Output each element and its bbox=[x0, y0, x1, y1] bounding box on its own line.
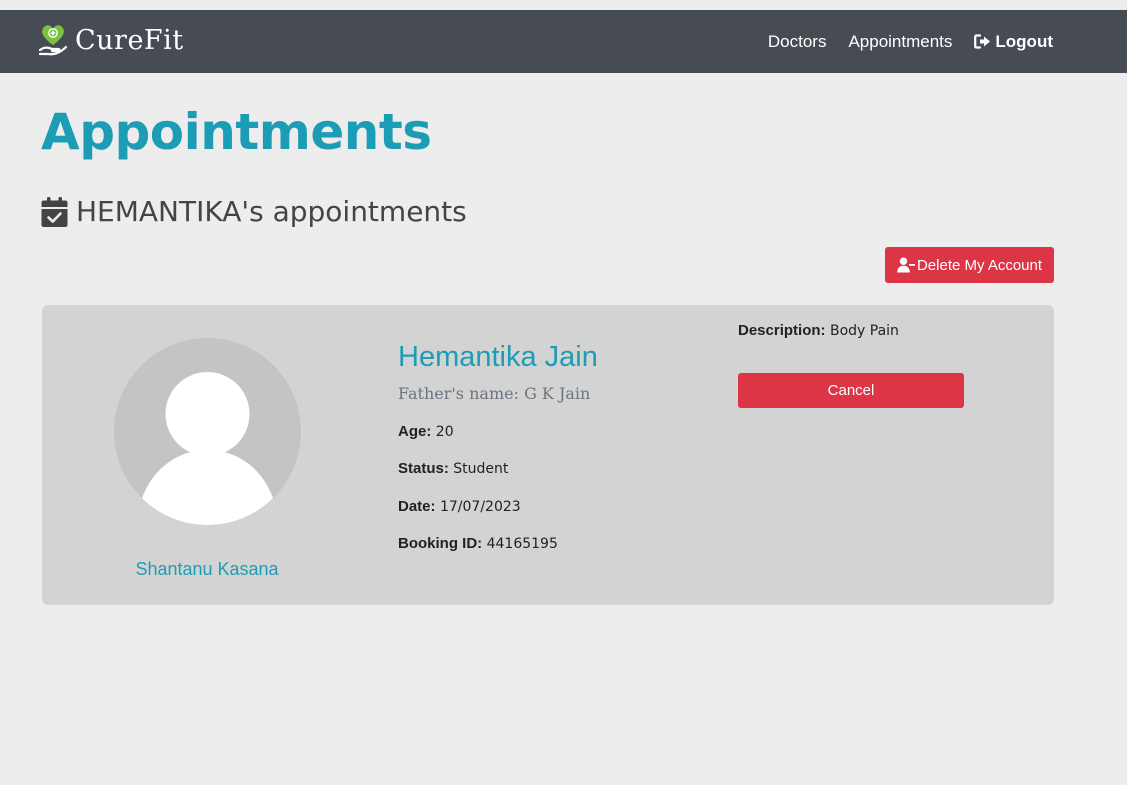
nav-link-doctors[interactable]: Doctors bbox=[768, 32, 827, 52]
description-value: Body Pain bbox=[829, 323, 899, 339]
status-value: Student bbox=[453, 461, 509, 477]
date-value: 17/07/2023 bbox=[439, 499, 521, 515]
patient-name: Hemantika Jain bbox=[398, 341, 598, 373]
logout-label: Logout bbox=[995, 31, 1053, 51]
booking-id-row: Booking ID: 44165195 bbox=[398, 535, 558, 552]
description-row: Description: Body Pain bbox=[738, 322, 899, 339]
date-row: Date: 17/07/2023 bbox=[398, 498, 521, 515]
age-value: 20 bbox=[435, 424, 454, 440]
status-row: Status: Student bbox=[398, 460, 508, 477]
booking-id-label: Booking ID: bbox=[398, 535, 483, 552]
appointments-heading: HEMANTIKA's appointments bbox=[41, 195, 467, 228]
nav-link-appointments[interactable]: Appointments bbox=[848, 32, 952, 52]
status-label: Status: bbox=[398, 460, 449, 477]
booking-id-value: 44165195 bbox=[486, 536, 558, 552]
page-title: Appointments bbox=[41, 103, 432, 161]
age-label: Age: bbox=[398, 423, 432, 440]
brand-link[interactable]: CureFit bbox=[38, 23, 184, 57]
navbar: CureFit Doctors Appointments Logout bbox=[0, 10, 1127, 73]
description-label: Description: bbox=[738, 322, 826, 339]
subtitle-text: HEMANTIKA's appointments bbox=[76, 195, 467, 228]
doctor-name: Shantanu Kasana bbox=[135, 559, 279, 579]
date-label: Date: bbox=[398, 498, 436, 515]
heart-hand-logo-icon bbox=[38, 25, 68, 56]
nav-link-logout[interactable]: Logout bbox=[974, 32, 1053, 52]
default-user-avatar-icon bbox=[142, 372, 273, 525]
logout-icon bbox=[974, 34, 991, 49]
nav-links: Doctors Appointments Logout bbox=[746, 10, 1053, 73]
delete-account-button[interactable]: Delete My Account bbox=[885, 247, 1054, 283]
doctor-avatar bbox=[114, 338, 301, 525]
age-row: Age: 20 bbox=[398, 423, 454, 440]
cancel-appointment-button[interactable]: Cancel bbox=[738, 373, 964, 408]
brand-name: CureFit bbox=[75, 24, 184, 56]
appointment-card: Shantanu Kasana Hemantika Jain Father's … bbox=[42, 305, 1054, 605]
delete-account-label: Delete My Account bbox=[916, 256, 1043, 274]
father-name: Father's name: G K Jain bbox=[398, 384, 591, 403]
user-minus-icon bbox=[897, 257, 915, 273]
calendar-check-icon bbox=[41, 196, 68, 227]
